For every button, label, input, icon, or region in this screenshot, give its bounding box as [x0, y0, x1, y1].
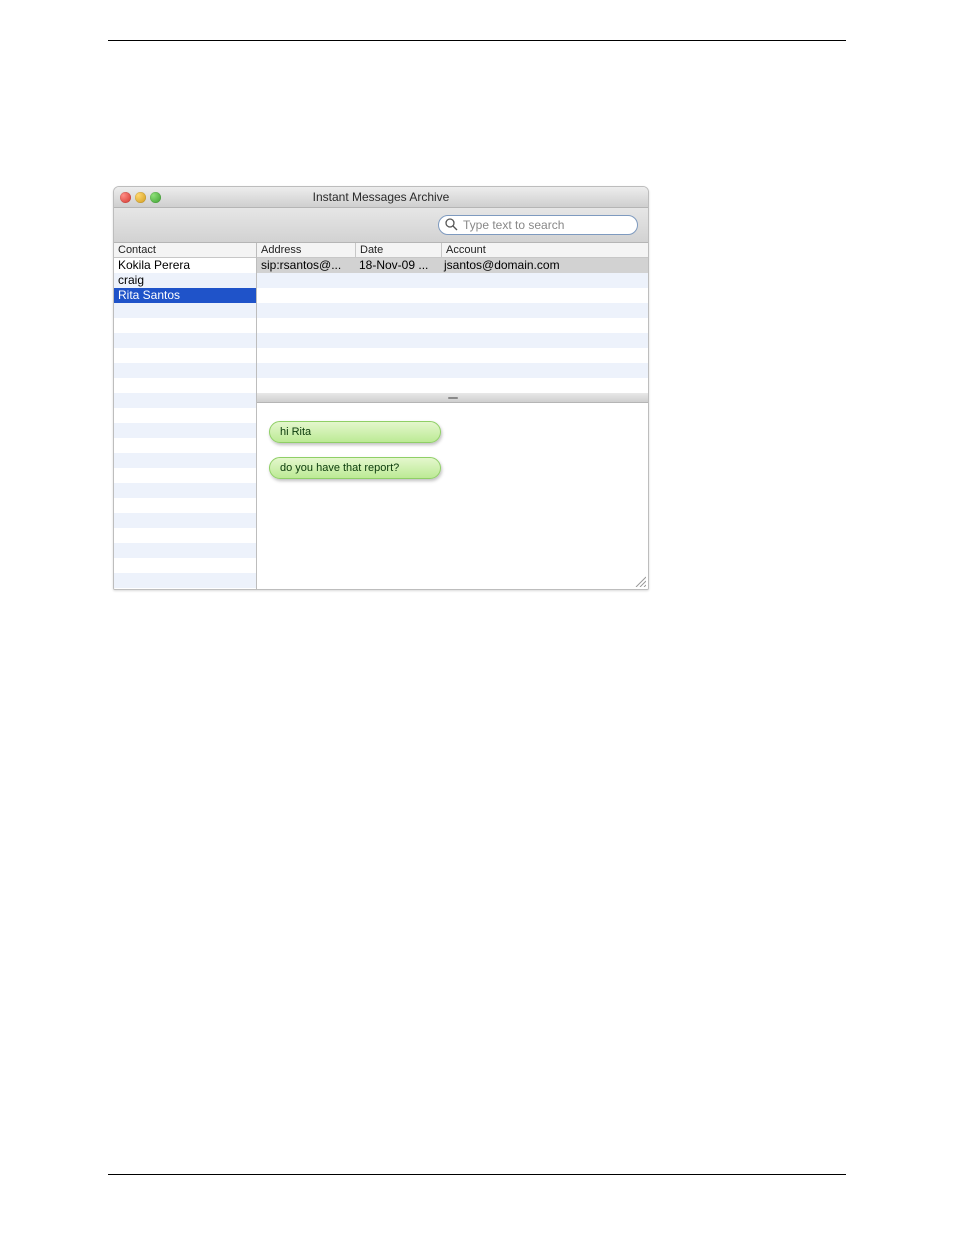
search-field-wrap [438, 215, 638, 235]
minimize-icon[interactable] [135, 192, 146, 203]
right-pane: Address Date Account sip:rsantos@...18-N… [257, 243, 648, 589]
splitter-grip-icon [448, 397, 458, 399]
contact-row-empty [114, 573, 256, 588]
contact-row-empty [114, 543, 256, 558]
contacts-list: Kokila PereracraigRita Santos [114, 258, 256, 589]
session-row[interactable]: sip:rsantos@...18-Nov-09 ...jsantos@doma… [257, 258, 648, 273]
splitter-handle[interactable] [257, 392, 648, 403]
session-row-empty [257, 363, 648, 378]
close-icon[interactable] [120, 192, 131, 203]
contact-row[interactable]: Kokila Perera [114, 258, 256, 273]
message-bubble: hi Rita [269, 421, 441, 443]
contact-row-empty [114, 498, 256, 513]
contact-row-empty [114, 483, 256, 498]
session-row-empty [257, 333, 648, 348]
search-input[interactable] [438, 215, 638, 235]
session-date: 18-Nov-09 ... [355, 258, 440, 273]
contact-row-empty [114, 363, 256, 378]
contact-row-empty [114, 378, 256, 393]
sessions-list: sip:rsantos@...18-Nov-09 ...jsantos@doma… [257, 258, 648, 393]
contact-row[interactable]: Rita Santos [114, 288, 256, 303]
session-row-empty [257, 303, 648, 318]
contact-row-empty [114, 423, 256, 438]
session-row-empty [257, 288, 648, 303]
window-title: Instant Messages Archive [114, 190, 648, 204]
contact-row-empty [114, 318, 256, 333]
page-top-rule [108, 40, 846, 41]
contact-row-empty [114, 438, 256, 453]
transcript-pane: hi Rita do you have that report? [257, 403, 648, 589]
contacts-header[interactable]: Contact [114, 243, 256, 258]
body: Contact Kokila PereracraigRita Santos Ad… [114, 243, 648, 589]
sessions-header-date[interactable]: Date [356, 243, 442, 258]
contact-row-empty [114, 393, 256, 408]
contact-row-empty [114, 528, 256, 543]
sessions-header-row: Address Date Account [257, 243, 648, 258]
im-archive-window: Instant Messages Archive Contact Kokila … [113, 186, 649, 590]
session-row-empty [257, 318, 648, 333]
session-address: sip:rsantos@... [257, 258, 355, 273]
contact-name: Rita Santos [118, 288, 180, 302]
contact-row-empty [114, 453, 256, 468]
sessions-header-address[interactable]: Address [257, 243, 356, 258]
session-row-empty [257, 348, 648, 363]
message-bubble: do you have that report? [269, 457, 441, 479]
contact-row-empty [114, 558, 256, 573]
sessions-pane: Address Date Account sip:rsantos@...18-N… [257, 243, 648, 392]
resize-grip-icon[interactable] [634, 575, 646, 587]
contact-row-empty [114, 333, 256, 348]
session-row-empty [257, 273, 648, 288]
zoom-icon[interactable] [150, 192, 161, 203]
contact-row-empty [114, 348, 256, 363]
contact-name: craig [118, 273, 144, 287]
traffic-lights [114, 192, 161, 203]
contacts-pane: Contact Kokila PereracraigRita Santos [114, 243, 257, 589]
contact-row-empty [114, 303, 256, 318]
contact-row-empty [114, 408, 256, 423]
sessions-header-account[interactable]: Account [442, 243, 648, 258]
page-bottom-rule [108, 1174, 846, 1175]
contact-row-empty [114, 513, 256, 528]
contact-name: Kokila Perera [118, 258, 190, 272]
titlebar[interactable]: Instant Messages Archive [114, 187, 648, 208]
session-row-empty [257, 378, 648, 393]
contact-row-empty [114, 468, 256, 483]
toolbar [114, 208, 648, 243]
contact-row[interactable]: craig [114, 273, 256, 288]
session-account: jsantos@domain.com [440, 258, 648, 273]
